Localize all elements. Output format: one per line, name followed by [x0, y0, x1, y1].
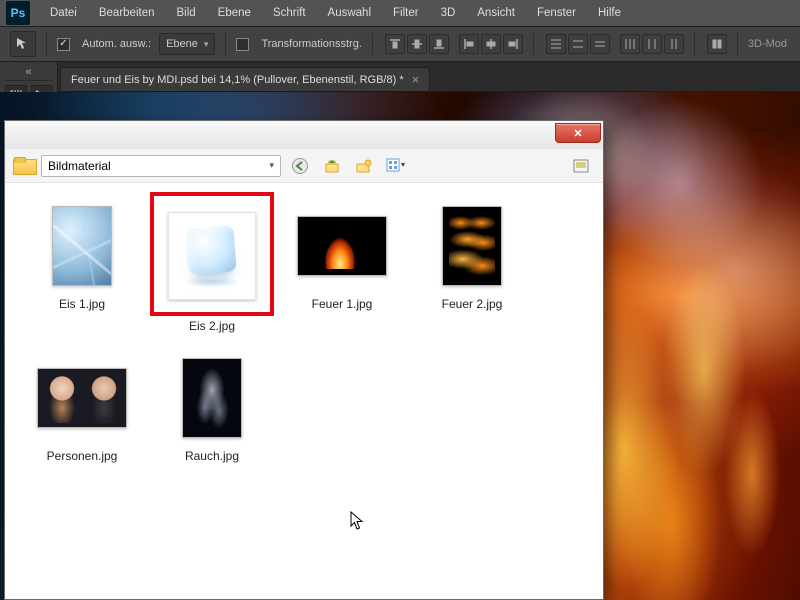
dialog-close-button[interactable]: ✕: [555, 123, 601, 143]
chevron-down-icon: ▾: [269, 160, 274, 171]
menu-schrift[interactable]: Schrift: [263, 3, 316, 23]
menu-bild[interactable]: Bild: [166, 3, 205, 23]
menu-datei[interactable]: Datei: [40, 3, 87, 23]
thumbnail-icon: [442, 206, 502, 286]
file-name-label: Eis 2.jpg: [189, 319, 235, 333]
photoshop-shell: Ps DateiBearbeitenBildEbeneSchriftAuswah…: [0, 0, 800, 600]
transform-controls-label: Transformationsstrg.: [261, 38, 361, 50]
distribute-right-icon[interactable]: [664, 34, 684, 54]
thumbnail-wrap: [27, 353, 137, 443]
distribute-top-icon[interactable]: [546, 34, 566, 54]
file-item[interactable]: Feuer 1.jpg: [277, 201, 407, 333]
thumbnail-wrap: [287, 201, 397, 291]
align-right-icon[interactable]: [503, 34, 523, 54]
file-name-label: Eis 1.jpg: [59, 297, 105, 311]
file-item[interactable]: Eis 1.jpg: [17, 201, 147, 333]
distribute-group-2: [620, 34, 684, 54]
separator: [225, 33, 226, 55]
distribute-vcenter-icon[interactable]: [568, 34, 588, 54]
back-button[interactable]: [287, 154, 313, 178]
thumbnail-wrap: [153, 195, 271, 313]
align-group-1: [385, 34, 449, 54]
separator: [694, 33, 695, 55]
close-icon: ✕: [573, 127, 582, 140]
up-one-level-button[interactable]: [319, 154, 345, 178]
align-vcenter-icon[interactable]: [407, 34, 427, 54]
menu-auswahl[interactable]: Auswahl: [318, 3, 381, 23]
document-tab-bar: Feuer und Eis by MDI.psd bei 14,1% (Pull…: [0, 62, 800, 92]
preview-toggle-button[interactable]: [569, 154, 595, 178]
separator: [737, 33, 738, 55]
file-grid[interactable]: Eis 1.jpg Eis 2.jpg Feuer 1.jpg Feuer 2.jpg…: [5, 183, 603, 599]
location-dropdown[interactable]: Bildmaterial ▾: [41, 155, 281, 177]
file-item[interactable]: Feuer 2.jpg: [407, 201, 537, 333]
thumbnail-wrap: [157, 353, 267, 443]
align-top-icon[interactable]: [385, 34, 405, 54]
close-tab-icon[interactable]: ×: [412, 72, 420, 87]
file-item[interactable]: Eis 2.jpg: [147, 195, 277, 333]
distribute-hcenter-icon[interactable]: [642, 34, 662, 54]
file-name-label: Personen.jpg: [47, 449, 118, 463]
auto-align-group: [707, 34, 727, 54]
thumbnail-icon: [52, 206, 112, 286]
auto-select-mode-value: Ebene: [166, 38, 198, 50]
thumbnail-icon: [297, 216, 387, 276]
file-item[interactable]: Personen.jpg: [17, 353, 147, 463]
file-item[interactable]: Rauch.jpg: [147, 353, 277, 463]
separator: [372, 33, 373, 55]
folder-icon: [13, 157, 35, 175]
thumbnail-wrap: [417, 201, 527, 291]
options-bar: Autom. ausw.: Ebene ▾ Transformationsstr…: [0, 26, 800, 62]
new-folder-button[interactable]: [351, 154, 377, 178]
transform-controls-checkbox[interactable]: [236, 38, 249, 51]
menu-bearbeiten[interactable]: Bearbeiten: [89, 3, 165, 23]
chevron-down-icon: ▾: [204, 39, 209, 50]
side-tool-header[interactable]: «: [4, 66, 53, 81]
app-logo-icon: Ps: [6, 1, 30, 25]
separator: [533, 33, 534, 55]
align-left-icon[interactable]: [459, 34, 479, 54]
thumbnail-icon: [168, 212, 256, 300]
thumbnail-icon: [37, 368, 127, 428]
mode-3d-label[interactable]: 3D-Mod: [748, 38, 787, 50]
auto-align-icon[interactable]: [707, 34, 727, 54]
move-tool-icon[interactable]: [10, 31, 36, 57]
separator: [46, 33, 47, 55]
file-name-label: Feuer 2.jpg: [442, 297, 503, 311]
menu-3d[interactable]: 3D: [431, 3, 466, 23]
align-hcenter-icon[interactable]: [481, 34, 501, 54]
auto-select-checkbox[interactable]: [57, 38, 70, 51]
dialog-toolbar: Bildmaterial ▾: [5, 149, 603, 183]
menu-ebene[interactable]: Ebene: [208, 3, 261, 23]
thumbnail-wrap: [27, 201, 137, 291]
dialog-titlebar[interactable]: ✕: [5, 121, 603, 149]
file-name-label: Feuer 1.jpg: [312, 297, 373, 311]
distribute-bottom-icon[interactable]: [590, 34, 610, 54]
align-bottom-icon[interactable]: [429, 34, 449, 54]
menu-fenster[interactable]: Fenster: [527, 3, 586, 23]
distribute-group-1: [546, 34, 610, 54]
distribute-left-icon[interactable]: [620, 34, 640, 54]
menubar: Ps DateiBearbeitenBildEbeneSchriftAuswah…: [0, 0, 800, 26]
file-name-label: Rauch.jpg: [185, 449, 239, 463]
location-value: Bildmaterial: [48, 159, 111, 173]
document-tab[interactable]: Feuer und Eis by MDI.psd bei 14,1% (Pull…: [60, 67, 430, 91]
menu-ansicht[interactable]: Ansicht: [467, 3, 525, 23]
menu-hilfe[interactable]: Hilfe: [588, 3, 631, 23]
thumbnail-icon: [182, 358, 242, 438]
view-menu-button[interactable]: [383, 154, 409, 178]
align-group-2: [459, 34, 523, 54]
menu-filter[interactable]: Filter: [383, 3, 429, 23]
file-dialog: ✕ Bildmaterial ▾: [4, 120, 604, 600]
document-tab-title: Feuer und Eis by MDI.psd bei 14,1% (Pull…: [71, 74, 404, 86]
auto-select-label: Autom. ausw.:: [82, 38, 151, 50]
auto-select-mode-dropdown[interactable]: Ebene ▾: [159, 33, 215, 55]
